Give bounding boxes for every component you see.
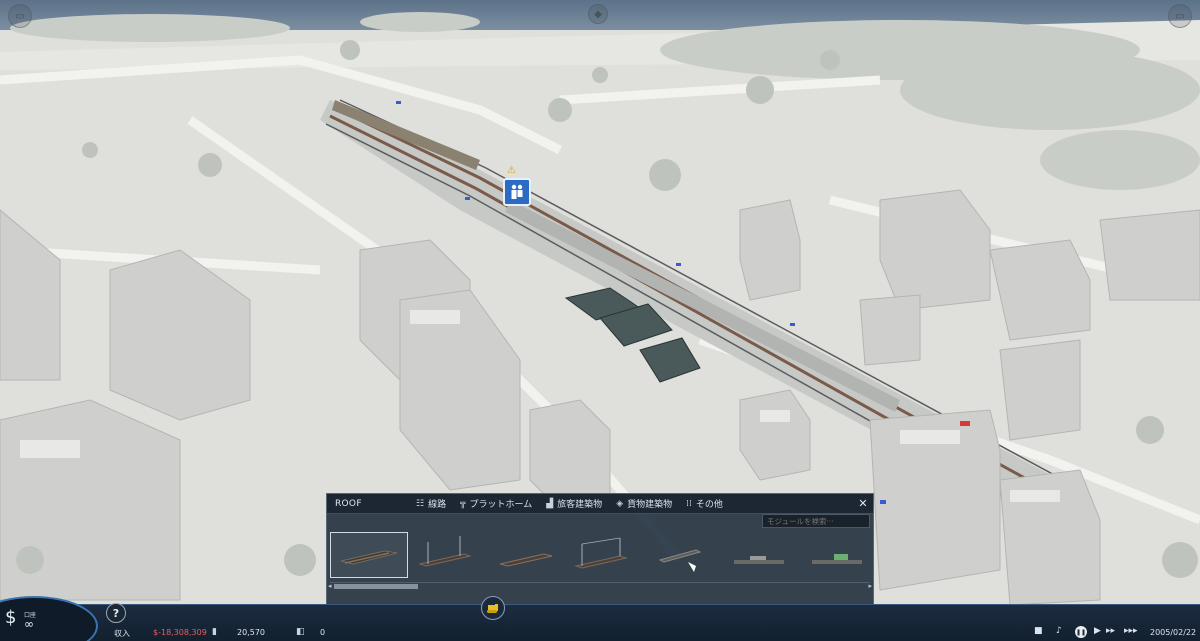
module-search-input[interactable] — [762, 514, 870, 528]
panel-title: ROOF — [335, 498, 362, 509]
fastest-forward-icon[interactable]: ▸▸▸ — [1124, 626, 1138, 636]
station-people-icon — [511, 184, 523, 199]
compass-button[interactable]: ◆ — [588, 4, 608, 24]
roof-module-4[interactable] — [564, 532, 642, 578]
tab-freight-building[interactable]: ◈ 貨物建築物 — [609, 494, 679, 514]
train-icon: ◧ — [296, 627, 305, 637]
panel-tabs: ROOF ☷ 線路 ╦ プラットホーム ▟ 旅客建築物 ◈ 貨物建築物 ⁞⁞ そ… — [327, 494, 873, 514]
roof-module-icon — [734, 556, 784, 564]
scroll-left-icon[interactable]: ◂ — [328, 582, 332, 590]
roof-module-icon — [499, 553, 553, 567]
roof-module-icon — [812, 554, 862, 564]
fast-forward-icon[interactable]: ▸▸ — [1106, 626, 1115, 636]
roof-module-icon — [574, 537, 628, 569]
tab-passenger-building[interactable]: ▟ 旅客建築物 — [539, 494, 609, 514]
music-icon[interactable]: ♪ — [1056, 626, 1062, 636]
compass-icon: ◆ — [594, 8, 602, 20]
income-value: $-18,308,309 — [153, 628, 207, 637]
roof-module-icon — [658, 549, 702, 572]
warning-badge: ⚠ — [507, 165, 516, 176]
help-button[interactable]: ? — [106, 603, 126, 623]
construction-button[interactable] — [481, 596, 505, 620]
expand-icon: ▭ — [1175, 10, 1185, 22]
play-icon[interactable]: ▶ — [1094, 626, 1101, 636]
roof-module-icon — [340, 550, 398, 565]
tab-label: プラットホーム — [469, 500, 533, 510]
module-scrollbar[interactable]: ◂ ▸ — [328, 582, 872, 590]
passenger-building-icon: ▟ — [546, 498, 554, 509]
track-icon: ☷ — [416, 498, 425, 509]
tab-label: 線路 — [428, 500, 447, 510]
game-date: 2005/02/22 — [1150, 628, 1197, 637]
freight-building-icon: ◈ — [616, 498, 624, 509]
tab-label: 貨物建築物 — [627, 500, 673, 510]
close-button[interactable]: ✕ — [853, 497, 873, 510]
roof-module-6[interactable] — [720, 532, 798, 578]
stat-value: 20,570 — [237, 628, 265, 637]
pause-icon: ❚❚ — [1075, 628, 1087, 636]
roof-module-1[interactable] — [330, 532, 408, 578]
tab-label: その他 — [695, 500, 723, 510]
menu-button[interactable]: ▭ — [8, 4, 32, 28]
roof-module-2[interactable] — [408, 532, 486, 578]
tab-label: 旅客建築物 — [557, 500, 603, 510]
roof-module-5[interactable] — [642, 532, 720, 578]
expand-button[interactable]: ▭ — [1168, 4, 1192, 28]
module-list — [328, 532, 872, 580]
scroll-thumb[interactable] — [334, 584, 418, 589]
station-marker[interactable] — [503, 178, 531, 206]
tab-platform[interactable]: ╦ プラットホーム — [453, 494, 539, 514]
dollar-icon: $ — [5, 607, 17, 628]
money-value: ∞ — [24, 617, 34, 631]
roof-module-icon — [418, 536, 472, 567]
train-count: 0 — [320, 628, 326, 637]
bulldozer-icon — [487, 604, 498, 613]
income-label: 収入 — [114, 629, 130, 638]
pause-button[interactable]: ❚❚ — [1075, 626, 1087, 638]
tab-track[interactable]: ☷ 線路 — [409, 494, 453, 514]
scroll-right-icon[interactable]: ▸ — [868, 582, 872, 590]
menu-icon: ▭ — [15, 10, 25, 22]
tab-other[interactable]: ⁞⁞ その他 — [679, 494, 730, 514]
camera-icon[interactable]: ■ — [1034, 626, 1043, 636]
chart-icon: ▮ — [212, 627, 217, 637]
roof-module-3[interactable] — [486, 532, 564, 578]
platform-icon: ╦ — [460, 498, 466, 509]
roof-module-7[interactable] — [798, 532, 876, 578]
grid-icon: ⁞⁞ — [686, 498, 692, 509]
